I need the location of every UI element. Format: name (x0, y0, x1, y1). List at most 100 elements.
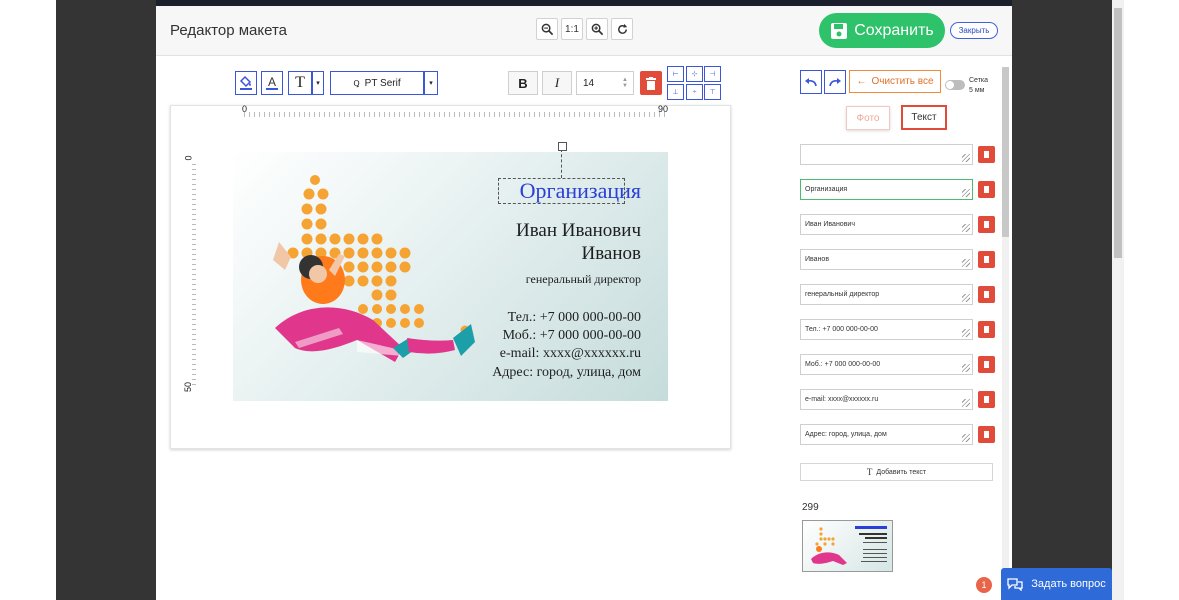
ask-question-label: Задать вопрос (1031, 578, 1106, 590)
close-button[interactable]: Закрыть (950, 22, 998, 39)
text-field-2[interactable]: Организация (800, 179, 973, 200)
grid-label-line1: Сетка (969, 77, 989, 84)
align-bottom-button[interactable]: ⊥ (667, 84, 684, 100)
font-size-stepper-icon: ▲ ▼ (622, 77, 628, 89)
resize-grip-icon[interactable] (962, 259, 970, 267)
floppy-icon (831, 22, 848, 39)
text-field-7[interactable]: Моб.: +7 000 000-00-00 (800, 354, 973, 375)
resize-grip-icon[interactable] (962, 224, 970, 232)
card-phone[interactable]: Тел.: +7 000 000-00-00 (508, 310, 641, 326)
zoom-reset-button[interactable]: 1:1 (561, 18, 583, 40)
text-field-6[interactable]: Тел.: +7 000 000-00-00 (800, 319, 973, 340)
refresh-icon (617, 23, 627, 34)
resize-grip-icon[interactable] (962, 189, 970, 197)
text-color-icon: A (266, 75, 278, 90)
resize-grip-icon[interactable] (962, 154, 970, 162)
delete-field-9-button[interactable] (978, 426, 995, 443)
delete-field-6-button[interactable] (978, 321, 995, 338)
text-field-3[interactable]: Иван Иванович (800, 214, 973, 235)
save-button[interactable]: Сохранить (819, 13, 945, 48)
add-text-button[interactable]: T Добавить текст (800, 463, 993, 481)
clear-all-label: Очистить все (871, 76, 934, 87)
text-field-value: Иванов (805, 256, 830, 263)
align-top-button[interactable]: ⊤ (704, 84, 721, 100)
text-color-button[interactable]: A (261, 71, 283, 95)
card-address[interactable]: Адрес: город, улица, дом (492, 365, 641, 381)
align-left-button[interactable]: ⊢ (667, 66, 684, 82)
page-scrollbar-thumb[interactable] (1114, 8, 1122, 258)
bold-button[interactable]: B (508, 71, 538, 95)
text-field-9[interactable]: Адрес: город, улица, дом (800, 424, 973, 445)
ruler-v-start: 0 (183, 155, 194, 161)
grid-toggle-knob (946, 81, 954, 89)
undo-button[interactable] (800, 70, 822, 94)
svg-text:A: A (268, 75, 276, 89)
card-mobile[interactable]: Моб.: +7 000 000-00-00 (503, 328, 641, 344)
delete-element-button[interactable] (640, 71, 662, 95)
horizontal-ruler (244, 112, 668, 117)
delete-field-2-button[interactable] (978, 181, 995, 198)
align-center-horizontal-button[interactable]: ⊹ (686, 66, 703, 82)
undo-icon (805, 78, 817, 87)
delete-field-7-button[interactable] (978, 356, 995, 373)
selection-box[interactable] (498, 178, 625, 204)
delete-field-3-button[interactable] (978, 216, 995, 233)
delete-field-5-button[interactable] (978, 286, 995, 303)
text-field-value: генеральный директор (805, 291, 880, 298)
card-email[interactable]: e-mail: xxxx@xxxxxx.ru (500, 346, 641, 362)
text-style-button[interactable]: T (288, 71, 312, 95)
vertical-ruler (192, 164, 196, 386)
delete-field-1-button[interactable] (978, 146, 995, 163)
clear-all-button[interactable]: ← Очистить все (849, 70, 941, 93)
grid-toggle[interactable] (945, 80, 965, 90)
tab-text[interactable]: Текст (901, 105, 947, 130)
card-first-line[interactable]: Иван Иванович (516, 220, 641, 242)
text-tool-icon: T (866, 467, 873, 477)
thumbnail-illustration (811, 526, 887, 565)
italic-button[interactable]: I (542, 71, 572, 95)
resize-grip-icon[interactable] (962, 364, 970, 372)
side-panel-scrollbar-thumb[interactable] (1002, 67, 1009, 237)
trash-icon (984, 221, 989, 228)
font-size-value: 14 (583, 77, 595, 89)
modal-header: Редактор макета 1:1 Сохранить Закрыть (156, 6, 1012, 56)
text-style-dropdown[interactable]: ▾ (312, 71, 324, 95)
modal-title: Редактор макета (170, 22, 288, 39)
delete-field-4-button[interactable] (978, 251, 995, 268)
template-number: 299 (802, 502, 819, 513)
text-field-1[interactable] (800, 144, 973, 165)
text-field-value: Организация (805, 186, 848, 193)
align-center-vertical-button[interactable]: ÷ (686, 84, 703, 100)
delete-field-8-button[interactable] (978, 391, 995, 408)
font-family-dropdown[interactable]: ▾ (424, 71, 438, 95)
trash-icon (984, 326, 989, 333)
trash-icon (984, 256, 989, 263)
refresh-button[interactable] (611, 18, 633, 40)
resize-grip-icon[interactable] (962, 399, 970, 407)
ruler-h-start: 0 (242, 104, 248, 114)
font-size-input[interactable]: 14 ▲ ▼ (576, 71, 634, 95)
card-second-line[interactable]: Иванов (581, 243, 641, 265)
text-field-value: Тел.: +7 000 000-00-00 (805, 326, 878, 333)
resize-grip-icon[interactable] (962, 434, 970, 442)
text-field-8[interactable]: e-mail: xxxx@xxxxxx.ru (800, 389, 973, 410)
text-field-value: Адрес: город, улица, дом (805, 431, 887, 438)
resize-grip-icon[interactable] (962, 329, 970, 337)
redo-button[interactable] (824, 70, 846, 94)
text-field-4[interactable]: Иванов (800, 249, 973, 270)
zoom-out-button[interactable] (536, 18, 558, 40)
trash-icon (984, 151, 989, 158)
card-position[interactable]: генеральный директор (526, 272, 641, 287)
font-family-select[interactable]: Ꝗ PT Serif (330, 71, 424, 95)
resize-grip-icon[interactable] (962, 294, 970, 302)
zoom-in-button[interactable] (586, 18, 608, 40)
fill-color-button[interactable] (235, 71, 257, 95)
align-right-button[interactable]: ⊣ (704, 66, 721, 82)
tab-photo[interactable]: Фото (846, 106, 890, 130)
rotation-handle-line (561, 149, 562, 178)
rotation-handle[interactable] (558, 142, 567, 151)
chat-bubbles-icon (1007, 578, 1023, 591)
text-field-5[interactable]: генеральный директор (800, 284, 973, 305)
ask-question-button[interactable]: Задать вопрос (1001, 568, 1112, 600)
template-thumbnail[interactable] (802, 520, 893, 572)
